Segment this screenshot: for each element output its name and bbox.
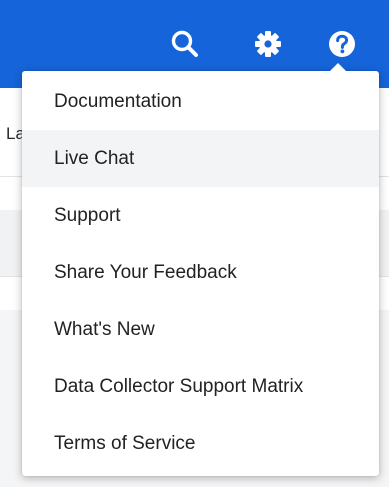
- search-button[interactable]: [167, 26, 203, 62]
- menu-item-label: Support: [54, 204, 121, 226]
- menu-item-label: Share Your Feedback: [54, 261, 237, 283]
- menu-item-label: Data Collector Support Matrix: [54, 375, 304, 397]
- help-icon: [329, 31, 355, 57]
- gear-icon: [255, 31, 281, 57]
- search-icon: [171, 30, 198, 57]
- menu-item-live-chat[interactable]: Live Chat: [22, 130, 379, 187]
- menu-item-label: Documentation: [54, 90, 182, 112]
- menu-item-support[interactable]: Support: [22, 187, 379, 244]
- settings-button[interactable]: [250, 26, 286, 62]
- menu-item-support-matrix[interactable]: Data Collector Support Matrix: [22, 358, 379, 415]
- menu-caret: [329, 63, 347, 72]
- menu-item-share-feedback[interactable]: Share Your Feedback: [22, 244, 379, 301]
- menu-item-label: Terms of Service: [54, 432, 196, 454]
- menu-item-whats-new[interactable]: What's New: [22, 301, 379, 358]
- menu-item-documentation[interactable]: Documentation: [22, 73, 379, 130]
- menu-item-label: Live Chat: [54, 147, 135, 169]
- menu-item-label: What's New: [54, 318, 155, 340]
- help-dropdown-menu: Documentation Live Chat Support Share Yo…: [22, 63, 379, 476]
- help-button[interactable]: [324, 26, 360, 62]
- menu-item-terms-of-service[interactable]: Terms of Service: [22, 415, 379, 472]
